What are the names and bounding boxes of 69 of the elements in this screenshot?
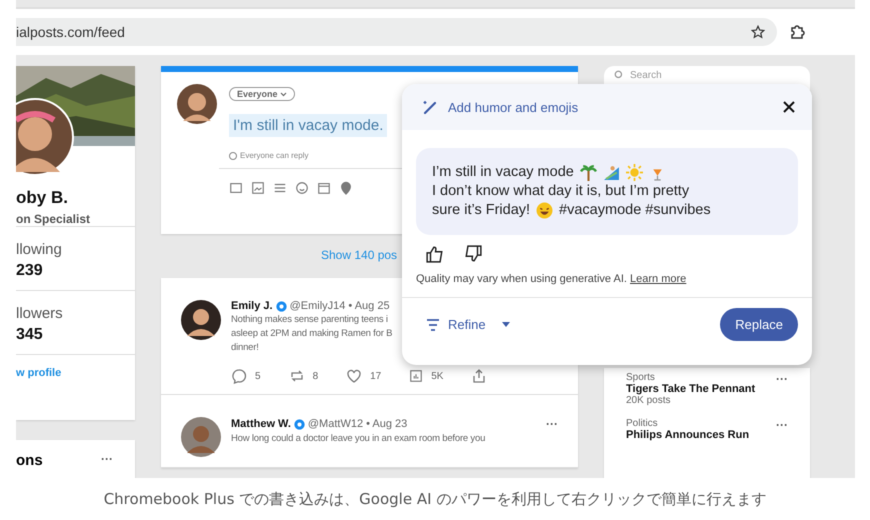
avatar — [181, 417, 221, 457]
reply-setting[interactable]: Everyone can reply — [240, 151, 308, 160]
stat-label: llowing — [16, 241, 63, 258]
more-button[interactable]: ··· — [776, 372, 788, 406]
post-text[interactable]: I'm still in vacay mode. — [229, 114, 388, 137]
chevron-icon — [280, 92, 288, 97]
more-button[interactable]: ··· — [776, 418, 788, 441]
replace-button[interactable]: Replace — [720, 308, 798, 341]
star-icon[interactable] — [751, 25, 765, 39]
thumbs-down-icon[interactable] — [464, 245, 482, 263]
caret-icon — [502, 322, 510, 327]
repost-count: 8 — [312, 370, 318, 382]
trend-category: Sports — [626, 372, 656, 383]
author-name: Emily J. — [231, 300, 273, 312]
sun-icon — [626, 164, 643, 181]
list-icon[interactable] — [273, 181, 287, 195]
chart-icon[interactable] — [409, 369, 424, 383]
more-button[interactable]: ··· — [101, 452, 113, 478]
stat-value: 345 — [16, 326, 44, 344]
profile-name: oby B. — [16, 188, 69, 208]
author-handle: @MattW12 • Aug 23 — [308, 418, 408, 430]
palm-tree-icon — [580, 164, 597, 181]
view-count: 5K — [431, 370, 444, 382]
heart-icon[interactable] — [346, 368, 362, 384]
hashtags: #vacaymode #sunvibes — [559, 201, 711, 220]
post-text: dinner! — [231, 342, 259, 354]
location-pin-icon[interactable] — [339, 181, 353, 195]
avatar — [177, 84, 217, 124]
emoji-icon[interactable] — [295, 181, 309, 195]
verified-icon — [294, 418, 305, 430]
profile-role: on Specialist — [16, 212, 92, 226]
more-button[interactable]: ··· — [546, 417, 558, 431]
filter-icon — [426, 318, 440, 330]
trend-title[interactable]: Tigers Take The Pennant — [626, 383, 756, 395]
comment-icon[interactable] — [231, 368, 247, 384]
address-bar[interactable]: ialposts.com/feed — [16, 18, 777, 46]
image-icon[interactable] — [251, 181, 265, 195]
post-text: How long could a doctor leave you in an exam room before you — [231, 433, 486, 445]
learn-more-link[interactable]: Learn more — [630, 273, 686, 285]
thumbs-up-icon[interactable] — [426, 245, 444, 263]
caption: Chromebook Plus での書き込みは、Google AI のパワーを利用して右クリックで簡単に行えます — [102, 488, 768, 510]
verified-icon — [276, 300, 287, 312]
post-text: Nothing makes sense parenting teens i — [231, 314, 388, 326]
suggestion-text: I’m still in vacay mode — [432, 163, 574, 182]
stat-value: 239 — [16, 262, 44, 280]
disclaimer-text: Quality may vary when using generative AI. Learn more — [415, 272, 688, 287]
trend-count: 20K posts — [626, 395, 672, 406]
calendar-icon[interactable] — [317, 181, 331, 195]
popup-title: Add humor and emojis — [448, 100, 580, 114]
reply-count: 5 — [255, 370, 261, 382]
puzzle-icon[interactable] — [789, 24, 805, 40]
like-count: 17 — [370, 370, 382, 382]
laughing-face-icon — [536, 202, 554, 219]
trend-title[interactable]: Philips Announces Run — [626, 429, 750, 441]
stat-label: llowers — [16, 305, 64, 322]
share-icon[interactable] — [471, 368, 488, 384]
section-title: ons — [16, 452, 43, 471]
avatar — [181, 300, 221, 340]
post-text: asleep at 2PM and making Ramen for B — [231, 328, 392, 340]
trend-category: Politics — [626, 418, 659, 429]
suggestion-text: I don’t know what day it is, but I’m pretty — [432, 182, 690, 201]
close-icon[interactable] — [782, 100, 796, 114]
suggestion-text: sure it’s Friday! — [432, 201, 530, 220]
magic-wand-icon — [422, 99, 438, 115]
author-name: Matthew W. — [231, 418, 291, 430]
refine-button[interactable]: Refine — [426, 317, 510, 332]
author-handle: @EmilyJ14 • Aug 25 — [290, 300, 390, 312]
audience-dropdown[interactable]: Everyone — [229, 87, 296, 101]
repost-icon[interactable] — [288, 368, 305, 384]
